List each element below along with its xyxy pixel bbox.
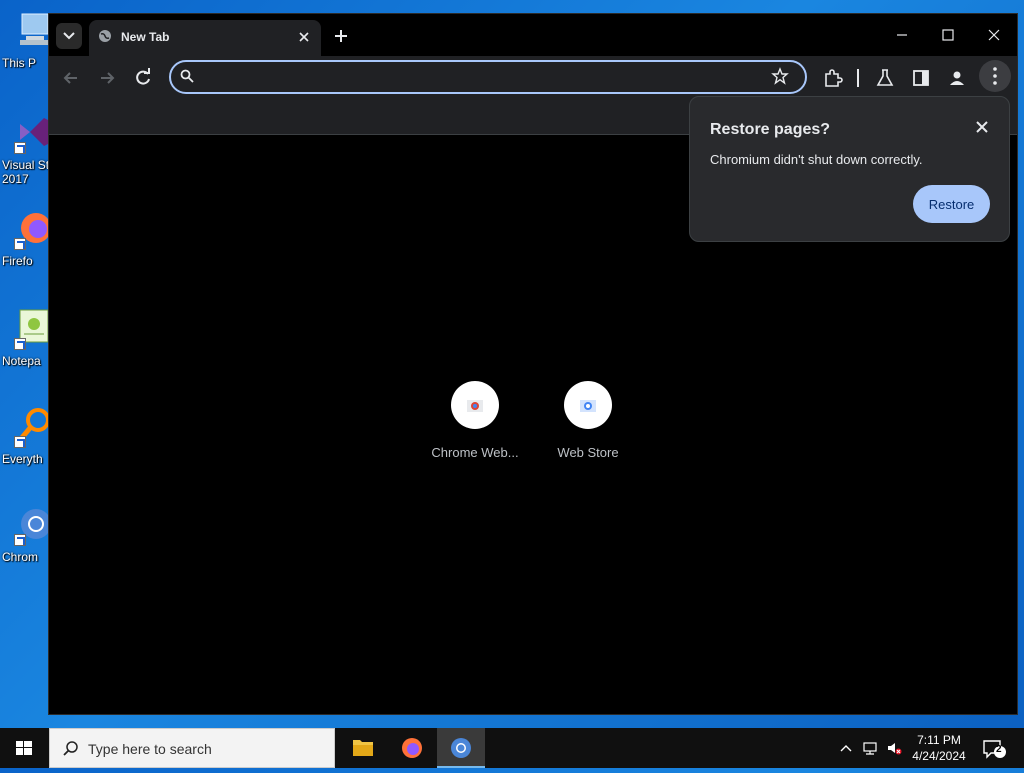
web-store-icon <box>467 400 483 412</box>
address-bar[interactable] <box>169 60 807 94</box>
plus-icon <box>335 30 347 42</box>
notification-center-button[interactable]: 2 <box>978 734 1008 762</box>
close-window-button[interactable] <box>979 22 1009 48</box>
reload-icon <box>136 68 150 85</box>
notification-count: 2 <box>996 744 1002 755</box>
desktop-icon-this-pc[interactable]: This P <box>0 10 50 100</box>
maximize-button[interactable] <box>933 22 963 48</box>
menu-button[interactable] <box>979 60 1011 92</box>
maximize-icon <box>942 29 954 41</box>
shortcut-icon <box>451 381 499 429</box>
labs-button[interactable] <box>873 66 897 90</box>
title-bar: New Tab <box>49 14 1017 56</box>
globe-icon <box>98 29 112 43</box>
computer-icon <box>16 10 50 48</box>
dialog-message: Chromium didn't shut down correctly. <box>710 152 923 167</box>
arrow-right-icon <box>101 72 115 84</box>
extensions-button[interactable] <box>821 66 845 90</box>
shortcut-label: Web Store <box>557 445 619 460</box>
desktop-icon-chromium[interactable]: Chrom <box>0 504 51 594</box>
new-tab-button[interactable] <box>329 24 353 48</box>
desktop-icon-firefox[interactable]: Firefo <box>0 208 51 298</box>
search-icon <box>179 68 195 84</box>
flask-icon <box>876 69 894 86</box>
tab-close-icon[interactable] <box>295 28 313 46</box>
tab-new-tab[interactable]: New Tab <box>89 20 321 56</box>
desktop-icon-visual-studio[interactable]: Visual St 2017 <box>0 112 50 202</box>
volume-muted-icon[interactable] <box>886 740 902 756</box>
forward-button[interactable] <box>95 66 119 90</box>
shortcut-arrow-icon <box>14 338 26 350</box>
clock-time: 7:11 PM <box>917 733 961 747</box>
minimize-button[interactable] <box>887 22 917 48</box>
address-input[interactable] <box>203 64 767 90</box>
chevron-down-icon <box>63 32 75 40</box>
shortcut-web-store[interactable]: Web Store <box>533 381 643 460</box>
search-icon <box>62 740 80 758</box>
desktop-icon-notepad[interactable]: Notepa <box>0 308 50 398</box>
firefox-icon <box>402 738 422 758</box>
reload-button[interactable] <box>131 66 155 90</box>
close-icon <box>988 29 1000 41</box>
arrow-left-icon <box>63 72 77 84</box>
shortcut-arrow-icon <box>14 238 26 250</box>
bookmark-star-icon[interactable] <box>771 67 789 85</box>
toolbar <box>49 56 1017 100</box>
person-icon <box>950 71 964 85</box>
toolbar-divider <box>857 69 859 87</box>
shortcut-arrow-icon <box>14 436 26 448</box>
taskbar: Type here to search 7:11 PM 4/24/2024 2 <box>0 728 1024 768</box>
taskbar-chromium[interactable] <box>437 728 485 768</box>
tab-search-button[interactable] <box>56 23 82 49</box>
profile-button[interactable] <box>945 66 969 90</box>
chromium-icon <box>451 738 471 758</box>
notification-icon <box>983 740 1006 759</box>
taskbar-file-explorer[interactable] <box>339 728 387 768</box>
shortcut-label: Chrome Web... <box>431 445 519 460</box>
system-clock[interactable]: 7:11 PM 4/24/2024 <box>906 732 972 764</box>
restore-pages-dialog: Restore pages? Chromium didn't shut down… <box>689 96 1010 242</box>
desktop-icon-everything[interactable]: Everyth <box>0 406 50 496</box>
start-button[interactable] <box>0 728 48 768</box>
tab-title: New Tab <box>121 30 170 44</box>
taskbar-firefox[interactable] <box>388 728 436 768</box>
search-placeholder: Type here to search <box>88 741 212 757</box>
dialog-close-icon[interactable] <box>972 117 992 137</box>
back-button[interactable] <box>59 66 83 90</box>
windows-logo-icon <box>16 741 32 755</box>
shortcut-arrow-icon <box>14 534 26 546</box>
chevron-up-icon[interactable] <box>838 740 854 756</box>
clock-date: 4/24/2024 <box>912 749 966 763</box>
restore-button[interactable]: Restore <box>913 185 990 223</box>
folder-icon <box>353 740 373 756</box>
web-store-icon <box>580 400 596 412</box>
taskbar-search-box[interactable]: Type here to search <box>49 728 335 768</box>
network-icon[interactable] <box>862 740 878 756</box>
side-panel-icon <box>913 70 929 86</box>
side-panel-button[interactable] <box>909 66 933 90</box>
puzzle-icon <box>825 69 843 87</box>
minimize-icon <box>897 34 907 36</box>
shortcut-icon <box>564 381 612 429</box>
shortcut-arrow-icon <box>14 142 26 154</box>
shortcut-chrome-web-store[interactable]: Chrome Web... <box>420 381 530 460</box>
more-vert-icon <box>993 67 997 85</box>
dialog-title: Restore pages? <box>710 121 831 138</box>
